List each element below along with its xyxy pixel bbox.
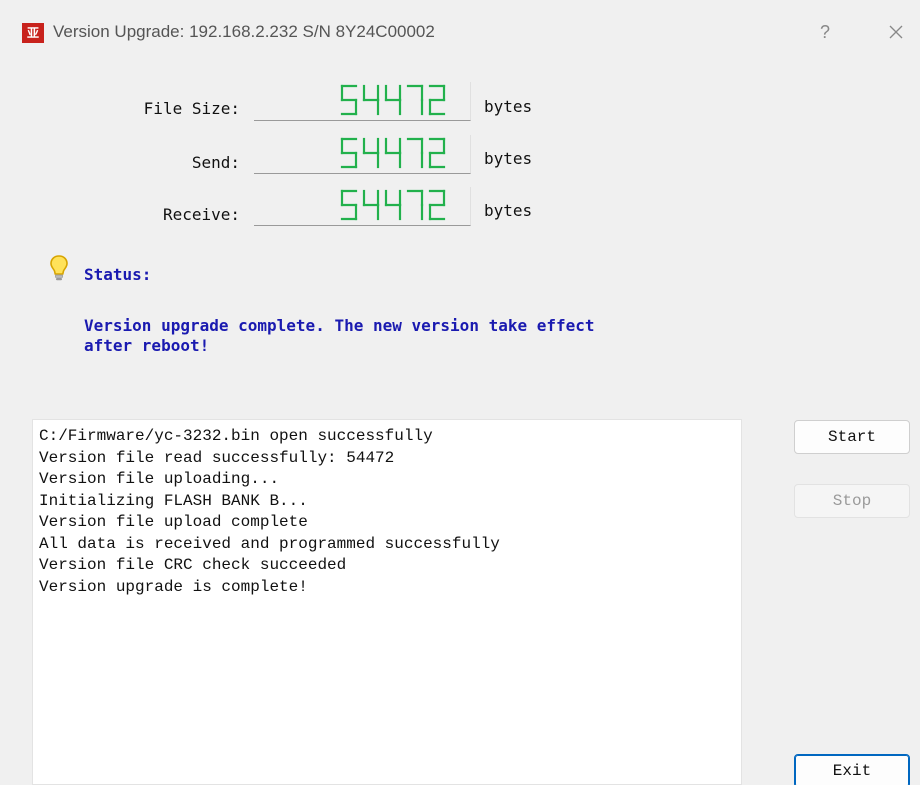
lcd-digit bbox=[428, 189, 446, 221]
receive-display bbox=[254, 187, 471, 226]
status-message: Version upgrade complete. The new versio… bbox=[84, 316, 724, 356]
file-size-display bbox=[254, 82, 471, 121]
lcd-digit bbox=[406, 189, 424, 221]
lcd-digit bbox=[340, 137, 358, 169]
lcd-digit bbox=[384, 84, 402, 116]
log-line: Version file read successfully: 54472 bbox=[39, 448, 395, 467]
lcd-digit bbox=[384, 137, 402, 169]
send-display bbox=[254, 135, 471, 174]
send-value bbox=[340, 137, 446, 169]
status-title: Status: bbox=[84, 265, 152, 284]
receive-unit: bytes bbox=[484, 201, 533, 220]
lcd-digit bbox=[384, 189, 402, 221]
lcd-digit bbox=[340, 84, 358, 116]
lcd-digit bbox=[406, 137, 424, 169]
send-label: Send: bbox=[191, 153, 240, 172]
log-line: Version file upload complete bbox=[39, 513, 308, 531]
file-size-value bbox=[340, 84, 446, 116]
upgrade-log-textarea[interactable]: C:/Firmware/yc-3232.bin open successfull… bbox=[32, 419, 742, 785]
lcd-digit bbox=[362, 189, 380, 221]
version-upgrade-window: 亚 Version Upgrade: 192.168.2.232 S/N 8Y2… bbox=[0, 0, 920, 785]
receive-value bbox=[340, 189, 446, 221]
receive-label: Receive: bbox=[162, 205, 240, 224]
lcd-digit bbox=[362, 84, 380, 116]
file-size-unit: bytes bbox=[484, 97, 533, 116]
file-size-label: File Size: bbox=[143, 99, 240, 118]
lcd-digit bbox=[340, 189, 358, 221]
start-button[interactable]: Start bbox=[794, 420, 910, 454]
close-button[interactable] bbox=[882, 18, 910, 46]
lcd-digit bbox=[428, 84, 446, 116]
lightbulb-icon bbox=[50, 255, 68, 281]
stop-button[interactable]: Stop bbox=[794, 484, 910, 518]
exit-button[interactable]: Exit bbox=[794, 754, 910, 785]
window-title: Version Upgrade: 192.168.2.232 S/N 8Y24C… bbox=[53, 22, 435, 41]
send-unit: bytes bbox=[484, 149, 533, 168]
close-icon bbox=[889, 25, 903, 39]
log-line: Initializing FLASH BANK B... bbox=[39, 491, 308, 510]
log-line: All data is received and programmed succ… bbox=[39, 534, 500, 553]
log-line: Version file uploading... bbox=[39, 470, 280, 488]
help-button[interactable]: ? bbox=[812, 18, 838, 46]
log-line: Version upgrade is complete! bbox=[39, 577, 308, 596]
lcd-digit bbox=[428, 137, 446, 169]
lcd-digit bbox=[362, 137, 380, 169]
log-line: C:/Firmware/yc-3232.bin open successfull… bbox=[39, 427, 433, 445]
status-message-line-1: Version upgrade complete. The new versio… bbox=[84, 316, 595, 335]
title-bar: 亚 Version Upgrade: 192.168.2.232 S/N 8Y2… bbox=[0, 0, 920, 62]
lcd-digit bbox=[406, 84, 424, 116]
status-message-line-2: after reboot! bbox=[84, 336, 210, 355]
app-logo-icon: 亚 bbox=[22, 23, 44, 43]
log-line: Version file CRC check succeeded bbox=[39, 556, 347, 574]
